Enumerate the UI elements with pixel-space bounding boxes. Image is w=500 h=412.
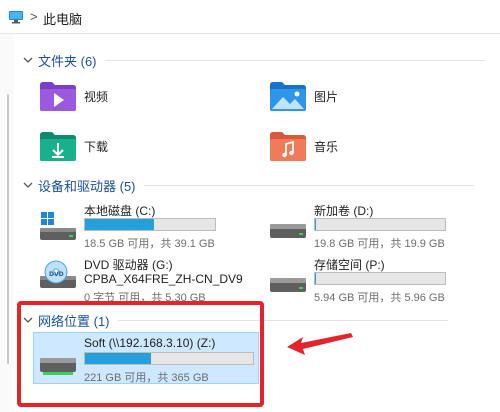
drive-usage-fill bbox=[315, 219, 317, 230]
annotation-arrow-icon bbox=[287, 333, 353, 355]
drive-volume-label: CPBA_X64FRE_ZH-CN_DV9 bbox=[84, 272, 243, 286]
drive-d[interactable]: 新加卷 (D:) 19.8 GB 可用，共 19.9 GB bbox=[268, 202, 468, 254]
chevron-down-icon bbox=[23, 182, 33, 188]
drive-size: 5.94 GB 可用，共 5.96 GB bbox=[314, 292, 445, 304]
folder-videos[interactable]: 视频 bbox=[38, 76, 108, 116]
annotation-highlight-box bbox=[17, 301, 264, 407]
drive-name: 新加卷 (D:) bbox=[314, 204, 374, 218]
drive-size: 18.5 GB 可用，共 39.1 GB bbox=[84, 238, 215, 250]
svg-text:DVD: DVD bbox=[49, 271, 64, 278]
drive-name: 本地磁盘 (C:) bbox=[84, 204, 156, 218]
music-folder-icon bbox=[270, 132, 306, 161]
breadcrumb-separator: > bbox=[30, 9, 38, 24]
navigation-pane-edge bbox=[0, 34, 14, 412]
drive-usage-bar bbox=[314, 272, 446, 285]
windows-drive-icon bbox=[40, 212, 76, 240]
drive-size: 19.8 GB 可用，共 19.9 GB bbox=[314, 238, 445, 250]
drive-usage-bar bbox=[314, 218, 446, 231]
group-header-devices[interactable]: 设备和驱动器 (5) bbox=[22, 175, 474, 195]
drive-usage-fill bbox=[85, 219, 154, 230]
pictures-folder-icon bbox=[270, 82, 306, 111]
address-bar[interactable]: > 此电脑 bbox=[0, 0, 500, 34]
videos-folder-icon bbox=[40, 82, 76, 111]
drive-usage-bar bbox=[84, 218, 216, 231]
drive-name: DVD 驱动器 (G:) bbox=[84, 258, 173, 272]
folder-label: 视频 bbox=[84, 89, 109, 104]
folder-music[interactable]: 音乐 bbox=[268, 126, 338, 166]
scrollbar-thumb[interactable] bbox=[7, 94, 9, 364]
group-title: 文件夹 (6) bbox=[38, 53, 97, 69]
dvd-icon: DVD bbox=[40, 260, 76, 288]
group-header-folders[interactable]: 文件夹 (6) bbox=[22, 50, 485, 70]
drive-icon bbox=[270, 278, 306, 292]
group-divider bbox=[143, 184, 474, 186]
drive-usage-fill bbox=[315, 273, 317, 284]
chevron-down-icon bbox=[23, 57, 33, 63]
folder-label: 下载 bbox=[84, 139, 109, 154]
folder-label: 图片 bbox=[314, 89, 339, 104]
breadcrumb-this-pc[interactable]: 此电脑 bbox=[43, 9, 82, 28]
drive-icon bbox=[270, 224, 306, 238]
drive-p[interactable]: 存储空间 (P:) 5.94 GB 可用，共 5.96 GB bbox=[268, 256, 468, 308]
folder-pictures[interactable]: 图片 bbox=[268, 76, 338, 116]
group-title: 设备和驱动器 (5) bbox=[38, 178, 136, 194]
folder-downloads[interactable]: 下载 bbox=[38, 126, 108, 166]
drive-name: 存储空间 (P:) bbox=[314, 258, 385, 272]
computer-icon bbox=[8, 10, 24, 29]
folder-label: 音乐 bbox=[314, 139, 339, 154]
drive-c[interactable]: 本地磁盘 (C:) 18.5 GB 可用，共 39.1 GB bbox=[38, 202, 238, 254]
downloads-folder-icon bbox=[40, 132, 76, 161]
group-divider bbox=[104, 59, 485, 61]
